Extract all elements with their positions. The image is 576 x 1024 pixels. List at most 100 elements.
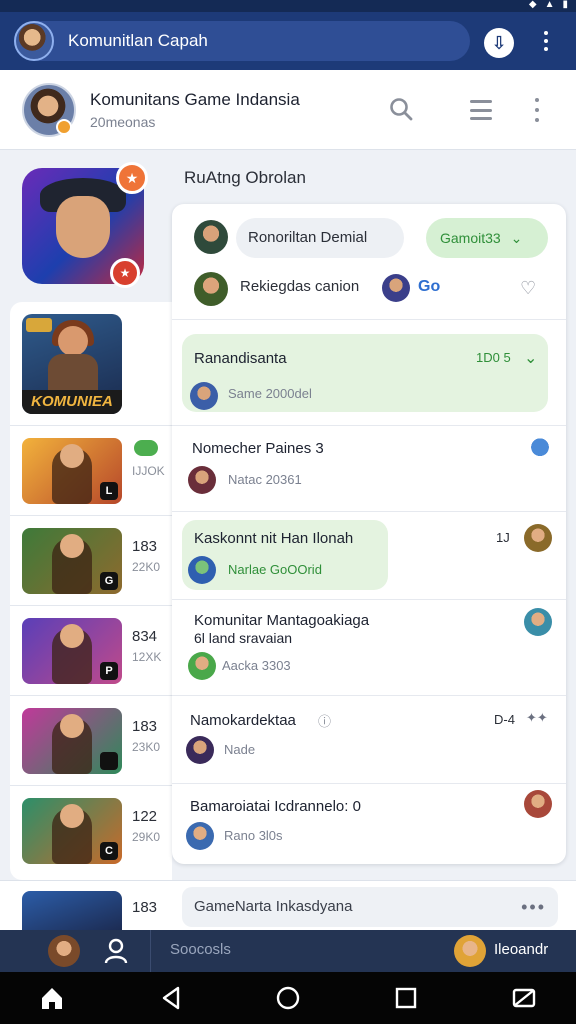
rail-item-sub: 12XK [132, 650, 162, 664]
battery-icon: ▮ [562, 0, 568, 10]
pinned-chip[interactable]: Ronoriltan Demial [236, 218, 404, 258]
character-head-graphic [60, 444, 84, 468]
vertical-dots-icon[interactable] [536, 26, 556, 56]
community-name: Komunitans Game Indansia [90, 90, 300, 109]
info-icon[interactable]: ⓘ [318, 711, 331, 730]
back-icon[interactable] [158, 984, 186, 1012]
app-avatar[interactable] [14, 21, 54, 61]
chat-section-title: RuAtng Obrolan [184, 168, 306, 187]
avatar[interactable] [454, 935, 486, 967]
hamburger-icon[interactable] [470, 100, 492, 120]
message-subtitle: Natac 20361 [228, 472, 302, 487]
rail-item-count: 183 [132, 899, 158, 916]
message-meta: 1J [496, 530, 510, 545]
message-meta: 1D0 5 [476, 350, 511, 365]
character-head-graphic [60, 624, 84, 648]
rail-item-banner: KOMUNIEA [22, 390, 122, 414]
rail-item[interactable]: 183 23K0 [10, 696, 172, 786]
rail-item-thumbnail: G [22, 528, 122, 594]
signal-icon: ▲ [544, 0, 555, 10]
message-title: Ranandisanta [194, 350, 287, 367]
rail-item-corner: G [100, 572, 118, 590]
message-title: Komunitar Mantagoakiaga [194, 612, 370, 629]
home-icon[interactable] [38, 984, 66, 1012]
online-badge [134, 440, 158, 456]
status-dropdown[interactable]: Gamoit33 ⌄ [426, 218, 548, 258]
wifi-icon: ◆ [528, 0, 537, 10]
status-label: Gamoit33 [440, 230, 501, 246]
avatar[interactable] [188, 652, 216, 680]
rail-item-count: 122 [132, 808, 158, 825]
app-title: Komunitlan Capah [68, 31, 208, 50]
message-input[interactable]: GameNarta Inkasdyana ••• [182, 887, 558, 927]
avatar[interactable] [526, 436, 554, 464]
rail-item-count: 183 [132, 538, 158, 555]
rail-item[interactable]: L IJJOK [10, 426, 172, 516]
rail-item-thumbnail [22, 708, 122, 774]
rail-item-thumbnail: P [22, 618, 122, 684]
rail-item[interactable]: KOMUNIEA [10, 302, 172, 426]
rail-item-thumbnail: C [22, 798, 122, 864]
message-subtitle: Same 2000del [228, 386, 312, 401]
rail-item[interactable]: G 183 22K0 [10, 516, 172, 606]
divider [150, 930, 151, 972]
avatar[interactable] [194, 220, 228, 254]
message-row[interactable]: Bamaroiatai Icdrannelo: 0 Rano 3l0s [172, 784, 566, 864]
verified-badge-icon [56, 119, 72, 135]
circle-home-icon[interactable] [274, 984, 302, 1012]
avatar[interactable] [186, 822, 214, 850]
character-head-graphic [58, 326, 88, 356]
rail-item-thumbnail[interactable] [22, 891, 122, 931]
avatar[interactable] [188, 556, 216, 584]
person-icon[interactable] [104, 937, 128, 965]
more-options-icon[interactable]: ••• [521, 887, 546, 927]
message-row[interactable]: Ranandisanta 1D0 5 ⌄ Same 2000del [172, 320, 566, 426]
avatar[interactable] [524, 608, 552, 636]
avatar[interactable] [48, 935, 80, 967]
user-name[interactable]: Ileoandr [494, 941, 548, 958]
chat-panel: Ronoriltan Demial Gamoit33 ⌄ Rekiegdas c… [172, 204, 566, 864]
avatar[interactable] [524, 790, 552, 818]
pinned-conversation[interactable]: Ronoriltan Demial Gamoit33 ⌄ Rekiegdas c… [172, 204, 566, 320]
community-switcher[interactable]: Komunitlan Capah [14, 21, 470, 61]
rail-item-sub: 23K0 [132, 740, 161, 754]
avatar[interactable] [190, 382, 218, 410]
rail-item-count: 183 [132, 718, 158, 735]
rail-list: KOMUNIEA L IJJOK G 183 22K0 P 834 12XK 1… [10, 302, 172, 880]
message-title: Namokardektaa [190, 712, 296, 729]
screenshot-icon[interactable] [510, 984, 538, 1012]
message-subtitle: Aacka 3303 [222, 658, 291, 673]
message-row[interactable]: Komunitar Mantagoakiaga 6l land sravaian… [172, 600, 566, 696]
message-meta: D-4 [494, 712, 515, 727]
rail-item-count: 834 [132, 628, 158, 645]
heart-icon[interactable]: ♡ [520, 278, 536, 299]
search-icon[interactable] [388, 96, 414, 122]
download-sync-icon[interactable]: ⇩ [484, 28, 514, 58]
message-row[interactable]: Kaskonnt nit Han Ilonah 1J Narlae GoOOri… [172, 512, 566, 600]
community-header: Komunitans Game Indansia 20meonas [0, 70, 576, 150]
rail-item-sub: IJJOK [132, 464, 165, 478]
chevron-down-icon[interactable]: ⌄ [524, 348, 537, 368]
avatar[interactable] [188, 466, 216, 494]
character-face-graphic [56, 196, 110, 258]
message-row[interactable]: Nomecher Paines 3 Natac 20361 [172, 426, 566, 512]
go-label[interactable]: Go [418, 278, 440, 296]
rail-item[interactable]: C 122 29K0 [10, 786, 172, 876]
system-nav-bar [0, 972, 576, 1024]
character-head-graphic [60, 714, 84, 738]
recents-icon[interactable] [392, 984, 420, 1012]
message-title: Bamaroiatai Icdrannelo: 0 [190, 798, 361, 815]
rail-item[interactable]: P 834 12XK [10, 606, 172, 696]
pinned-line: Rekiegdas canion [240, 278, 360, 295]
avatar[interactable] [186, 736, 214, 764]
search-tab-label[interactable]: Soocosls [170, 941, 231, 958]
avatar[interactable] [524, 524, 552, 552]
rail-badge-top: ★ [116, 162, 148, 194]
status-bar: ◆ ▲ ▮ [0, 0, 576, 12]
message-row[interactable]: Namokardektaa ⓘ D-4 ✦✦ Nade [172, 696, 566, 784]
vertical-dots-icon[interactable] [530, 98, 544, 122]
avatar[interactable] [194, 272, 228, 306]
rail-item-thumbnail: KOMUNIEA [22, 314, 122, 414]
app-bar: Komunitlan Capah ⇩ [0, 12, 576, 70]
chevron-down-icon: ⌄ [510, 230, 523, 246]
